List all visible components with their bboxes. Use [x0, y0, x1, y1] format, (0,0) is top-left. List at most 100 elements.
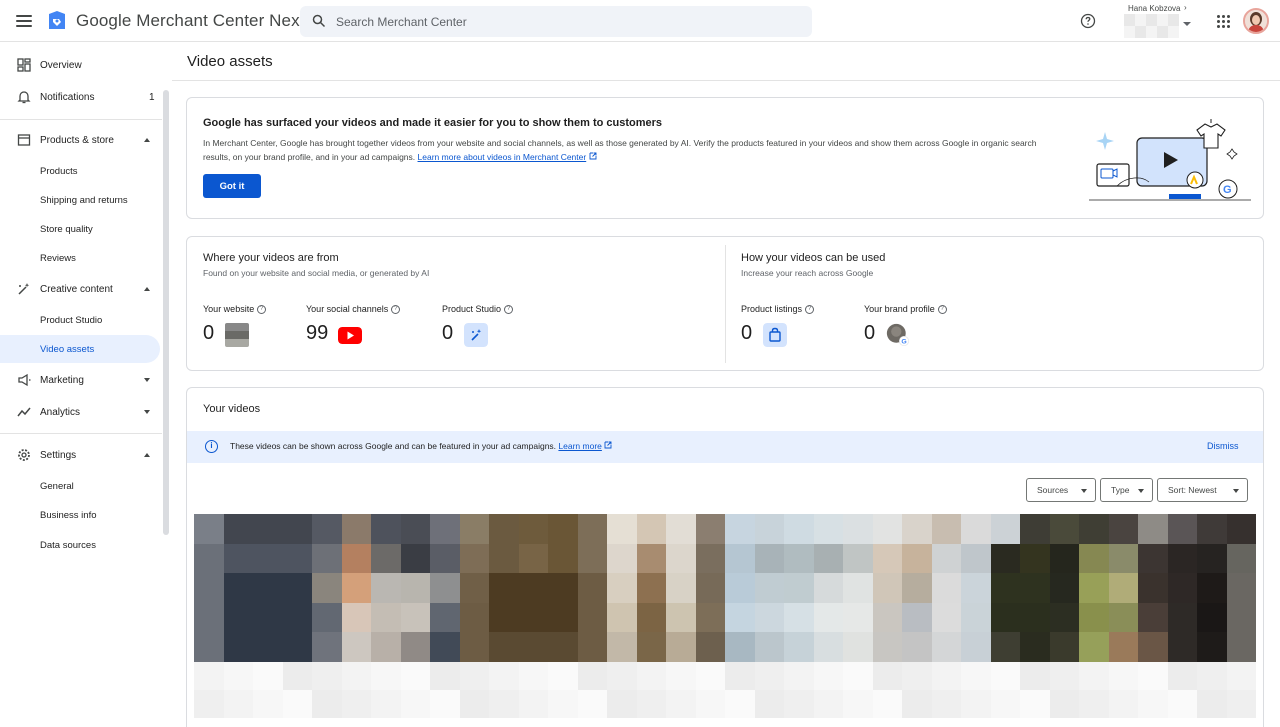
thumbnail-pixel	[1108, 573, 1138, 603]
thumbnail-pixel	[872, 514, 902, 544]
caption-pixel	[1138, 690, 1168, 718]
help-icon[interactable]: ?	[937, 304, 947, 314]
thumbnail-pixel	[902, 573, 932, 603]
nav-products[interactable]: Products	[0, 157, 160, 185]
nav-analytics[interactable]: Analytics	[0, 398, 160, 426]
metric-brand-profile: Your brand profile? 0 G	[864, 304, 947, 346]
help-icon[interactable]: ?	[257, 304, 267, 314]
caption-pixel	[194, 662, 224, 690]
help-icon[interactable]: ?	[504, 304, 514, 314]
thumbnail-pixel	[931, 543, 961, 574]
nav-settings[interactable]: Settings	[0, 441, 160, 469]
account-id-blurred[interactable]	[1124, 14, 1179, 38]
thumbnail-pixel	[1049, 602, 1079, 633]
nav-video-assets[interactable]: Video assets	[0, 335, 160, 363]
search-input[interactable]	[336, 6, 796, 37]
chevron-down-icon	[1138, 489, 1144, 493]
dismiss-button[interactable]: Dismiss	[1207, 441, 1239, 451]
got-it-button[interactable]: Got it	[203, 174, 261, 198]
caption-pixel	[695, 690, 725, 718]
thumbnail-pixel	[341, 543, 371, 574]
caption-pixel	[931, 690, 961, 718]
avatar[interactable]	[1243, 8, 1269, 34]
thumbnail-pixel	[666, 602, 696, 633]
video-captions-blurred	[194, 662, 1256, 718]
thumbnail-pixel	[961, 632, 991, 662]
external-link-icon	[604, 441, 612, 449]
nav-reviews[interactable]: Reviews	[0, 244, 160, 272]
thumbnail-pixel	[1167, 543, 1197, 574]
nav-shipping-returns[interactable]: Shipping and returns	[0, 186, 160, 214]
sources-filter[interactable]: Sources	[1026, 478, 1096, 502]
account-name[interactable]: Hana Kobzova	[1128, 4, 1180, 13]
thumbnail-pixel	[695, 632, 725, 662]
help-icon[interactable]	[1080, 13, 1096, 29]
nav-settings-label: Settings	[40, 449, 77, 461]
caption-pixel	[282, 690, 312, 718]
thumbnail-pixel	[931, 602, 961, 633]
thumbnail-pixel	[489, 573, 519, 603]
main-menu-icon[interactable]	[14, 11, 34, 31]
sort-dropdown[interactable]: Sort: Newest	[1157, 478, 1248, 502]
nav-business-info[interactable]: Business info	[0, 501, 160, 529]
thumbnail-pixel	[282, 602, 312, 633]
thumbnail-pixel	[872, 543, 902, 574]
nav-analytics-label: Analytics	[40, 406, 81, 418]
search-bar[interactable]	[300, 6, 812, 37]
thumbnail-pixel	[636, 573, 666, 603]
metric-product-listings-value: 0	[741, 322, 753, 344]
thumbnail-pixel	[1079, 514, 1109, 544]
thumbnail-pixel	[548, 543, 578, 574]
thumbnail-pixel	[371, 543, 401, 574]
thumbnail-pixel	[872, 573, 902, 603]
video-thumbnails-blurred[interactable]	[194, 514, 1256, 662]
nav-product-studio[interactable]: Product Studio	[0, 306, 160, 334]
learn-more-videos-link[interactable]: Learn more about videos in Merchant Cent…	[418, 152, 587, 162]
caption-pixel	[754, 690, 784, 718]
caption-pixel	[784, 690, 814, 718]
thumbnail-pixel	[1049, 573, 1079, 603]
thumbnail-pixel	[754, 514, 784, 544]
thumbnail-pixel	[1138, 573, 1168, 603]
nav-overview[interactable]: Overview	[0, 51, 160, 79]
nav-creative-content-label: Creative content	[40, 283, 113, 295]
bell-icon	[17, 91, 31, 104]
thumbnail-pixel	[1226, 543, 1256, 574]
sidebar-scrollbar[interactable]	[163, 90, 169, 535]
google-apps-icon[interactable]	[1217, 15, 1230, 28]
help-icon[interactable]: ?	[805, 304, 815, 314]
thumbnail-pixel	[577, 573, 607, 603]
type-filter[interactable]: Type	[1100, 478, 1153, 502]
caption-pixel	[430, 662, 460, 690]
nav-general[interactable]: General	[0, 472, 160, 500]
thumbnail-pixel	[1020, 632, 1050, 662]
thumbnail-pixel	[961, 602, 991, 633]
thumbnail-pixel	[961, 514, 991, 544]
thumbnail-pixel	[400, 632, 430, 662]
nav-data-sources[interactable]: Data sources	[0, 531, 160, 559]
thumbnail-pixel	[636, 632, 666, 662]
nav-marketing[interactable]: Marketing	[0, 366, 160, 394]
search-icon	[312, 14, 326, 28]
nav-store-quality[interactable]: Store quality	[0, 215, 160, 243]
thumbnail-pixel	[1197, 602, 1227, 633]
thumbnail-pixel	[636, 602, 666, 633]
account-dropdown-icon[interactable]	[1183, 22, 1191, 26]
thumbnail-pixel	[1226, 514, 1256, 544]
divider	[725, 245, 726, 363]
thumbnail-pixel	[282, 543, 312, 574]
thumbnail-pixel	[459, 514, 489, 544]
help-icon[interactable]: ?	[391, 304, 401, 314]
thumbnail-pixel	[253, 573, 283, 603]
caption-pixel	[1226, 690, 1256, 718]
caption-pixel	[784, 662, 814, 690]
learn-more-link[interactable]: Learn more	[558, 441, 601, 451]
thumbnail-pixel	[1226, 602, 1256, 633]
banner-body: In Merchant Center, Google has brought t…	[203, 136, 1053, 164]
merchant-center-logo	[49, 11, 65, 29]
nav-products-store[interactable]: Products & store	[0, 126, 160, 154]
nav-notifications-label: Notifications	[40, 91, 95, 103]
nav-creative-content[interactable]: Creative content	[0, 275, 160, 303]
nav-notifications[interactable]: Notifications 1	[0, 83, 160, 111]
notifications-count: 1	[149, 91, 155, 103]
